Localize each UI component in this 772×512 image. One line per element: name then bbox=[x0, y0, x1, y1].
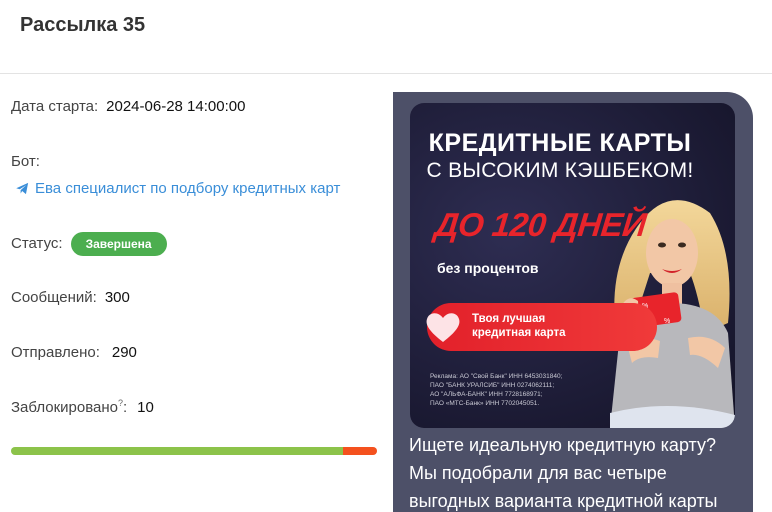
delivery-progress-bar bbox=[11, 447, 377, 455]
progress-sent-segment bbox=[11, 447, 343, 455]
messages-value: 300 bbox=[104, 289, 130, 306]
svg-text:%: % bbox=[664, 318, 670, 325]
legal-line-1: Реклама: АО "Свой Банк" ИНН 6453031840; bbox=[430, 373, 563, 380]
message-caption: Ищете идеальную кредитную карту? Мы подо… bbox=[409, 431, 739, 512]
sent-label: Отправлено: bbox=[11, 344, 100, 361]
pill-line-1: Твоя лучшая bbox=[472, 313, 546, 325]
banner-no-interest: без процентов bbox=[437, 260, 539, 276]
pill-line-2: кредитная карта bbox=[472, 327, 566, 339]
bot-link[interactable]: Ева специалист по подбору кредитных карт bbox=[15, 180, 340, 197]
bot-label: Бот: bbox=[11, 153, 40, 170]
messages-row: Сообщений: 300 bbox=[11, 289, 130, 306]
banner-title: КРЕДИТНЫЕ КАРТЫ bbox=[428, 129, 692, 157]
message-preview: % % КРЕДИТНЫЕ КАРТЫ С ВЫСОКИМ КЭШБЕКОМ! … bbox=[393, 92, 753, 512]
banner-legal-text: Реклама: АО "Свой Банк" ИНН 6453031840; … bbox=[430, 372, 562, 408]
bot-name: Ева специалист по подбору кредитных карт bbox=[35, 180, 341, 197]
start-date-value: 2024-06-28 14:00:00 bbox=[106, 98, 246, 115]
ad-banner-image: % % КРЕДИТНЫЕ КАРТЫ С ВЫСОКИМ КЭШБЕКОМ! … bbox=[410, 103, 735, 428]
sent-value: 290 bbox=[111, 344, 137, 361]
legal-line-3: АО "АЛЬФА-БАНК" ИНН 7728168971; bbox=[430, 391, 543, 398]
start-date-label: Дата старта: bbox=[11, 98, 99, 115]
messages-label: Сообщений: bbox=[11, 289, 97, 306]
page-header: Рассылка 35 bbox=[0, 0, 772, 74]
bot-row: Бот: bbox=[11, 153, 40, 170]
legal-line-2: ПАО "БАНК УРАЛСИБ" ИНН 0274062111; bbox=[430, 382, 555, 389]
blocked-label: Заблокировано bbox=[11, 399, 118, 416]
caption-line-2: Мы подобрали для вас четыре bbox=[409, 463, 667, 483]
banner-days: ДО 120 ДНЕЙ bbox=[433, 206, 648, 243]
page-title: Рассылка 35 bbox=[20, 14, 146, 36]
banner-subtitle: С ВЫСОКИМ КЭШБЕКОМ! bbox=[426, 159, 694, 182]
telegram-plane-icon bbox=[16, 182, 29, 195]
blocked-value: 10 bbox=[137, 399, 154, 416]
status-row: Статус: Завершена bbox=[11, 232, 167, 256]
legal-line-4: ПАО «МТС-Банк» ИНН 7702045051. bbox=[430, 400, 540, 407]
progress-blocked-segment bbox=[342, 447, 377, 455]
heart-icon bbox=[426, 313, 460, 342]
status-label: Статус: bbox=[11, 234, 63, 252]
blocked-row: Заблокировано?: 10 bbox=[11, 398, 154, 416]
banner-pill-text: Твоя лучшая кредитная карта bbox=[472, 312, 565, 340]
sent-row: Отправлено: 290 bbox=[11, 344, 137, 361]
blocked-colon: : bbox=[123, 399, 128, 416]
start-date-row: Дата старта: 2024-06-28 14:00:00 bbox=[11, 98, 245, 115]
status-badge: Завершена bbox=[70, 232, 167, 256]
caption-line-1: Ищете идеальную кредитную карту? bbox=[409, 435, 717, 455]
caption-line-3: выгодных варианта кредитной карты bbox=[409, 491, 718, 511]
